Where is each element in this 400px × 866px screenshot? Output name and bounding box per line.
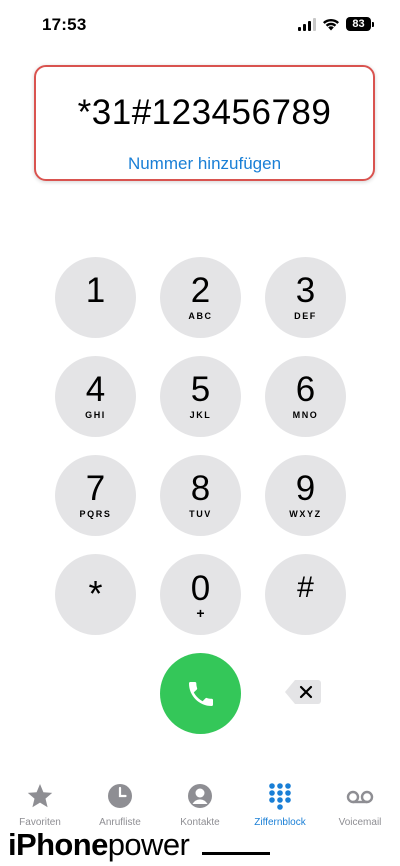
key-5[interactable]: 5 JKL	[160, 356, 241, 437]
key-letters: +	[196, 604, 205, 621]
status-time: 17:53	[42, 15, 87, 34]
tab-anrufliste[interactable]: Anrufliste	[80, 782, 160, 828]
key-letters: GHI	[85, 410, 106, 420]
key-9[interactable]: 9 WXYZ	[265, 455, 346, 536]
add-number-link[interactable]: Nummer hinzufügen	[36, 154, 373, 174]
key-letters: MNO	[292, 410, 319, 420]
key-2[interactable]: 2 ABC	[160, 257, 241, 338]
key-3[interactable]: 3 DEF	[265, 257, 346, 338]
key-digit: #	[297, 571, 314, 604]
tab-label: Ziffernblock	[254, 817, 306, 828]
watermark-part2: power	[107, 827, 190, 862]
tab-kontakte[interactable]: Kontakte	[160, 782, 240, 828]
key-7[interactable]: 7 PQRS	[55, 455, 136, 536]
keypad: 1 2 ABC 3 DEF 4 GHI 5 JKL 6 MNO 7 PQRS 8 TUV 9W…	[55, 257, 346, 635]
voicemail-icon	[346, 790, 374, 804]
clock-icon	[108, 784, 132, 808]
status-icons: 83	[298, 17, 374, 31]
key-letters: ABC	[188, 311, 213, 321]
key-letters: TUV	[189, 509, 212, 519]
watermark-underline	[202, 852, 270, 855]
tab-ziffernblock[interactable]: Ziffernblock	[240, 782, 320, 828]
signal-icon	[298, 17, 316, 31]
tab-bar: Favoriten Anrufliste Kontakte Ziffernblo…	[0, 782, 400, 832]
star-icon	[27, 784, 53, 808]
battery-icon: 83	[346, 17, 374, 31]
key-1[interactable]: 1	[55, 257, 136, 338]
key-star[interactable]: *	[55, 554, 136, 635]
key-6[interactable]: 6 MNO	[265, 356, 346, 437]
key-digit: 4	[85, 370, 106, 409]
delete-button[interactable]	[284, 679, 322, 705]
key-digit: 1	[85, 271, 106, 310]
key-digit: 8	[190, 469, 211, 508]
key-digit: 9	[295, 469, 316, 508]
keypad-icon	[269, 783, 291, 810]
watermark-logo: iPhonepower	[8, 827, 190, 863]
key-digit: *	[88, 573, 103, 614]
key-digit: 6	[295, 370, 316, 409]
key-4[interactable]: 4 GHI	[55, 356, 136, 437]
contact-icon	[188, 784, 212, 808]
watermark-part1: iPhone	[8, 827, 108, 862]
key-letters: JKL	[189, 410, 212, 420]
key-8[interactable]: 8 TUV	[160, 455, 241, 536]
dialed-number: *31#123456789	[77, 93, 332, 132]
status-bar: 17:53 83	[0, 0, 400, 52]
key-0[interactable]: 0 +	[160, 554, 241, 635]
tab-favoriten[interactable]: Favoriten	[0, 782, 80, 828]
call-button[interactable]	[160, 653, 241, 734]
key-digit: 2	[190, 271, 211, 310]
key-letters: DEF	[294, 311, 317, 321]
key-digit: 3	[295, 271, 316, 310]
tab-voicemail[interactable]: Voicemail	[320, 782, 400, 828]
tab-label: Voicemail	[338, 817, 382, 828]
delete-icon	[285, 680, 321, 704]
key-letters: WXYZ	[289, 509, 322, 519]
wifi-icon	[323, 18, 339, 31]
key-hash[interactable]: #	[265, 554, 346, 635]
key-digit: 7	[85, 469, 106, 508]
key-digit: 5	[190, 370, 211, 409]
phone-icon	[188, 681, 213, 706]
battery-level: 83	[346, 17, 371, 31]
key-digit: 0	[190, 568, 211, 608]
key-letters: PQRS	[79, 509, 112, 519]
number-display: *31#123456789 Nummer hinzufügen	[34, 65, 375, 181]
